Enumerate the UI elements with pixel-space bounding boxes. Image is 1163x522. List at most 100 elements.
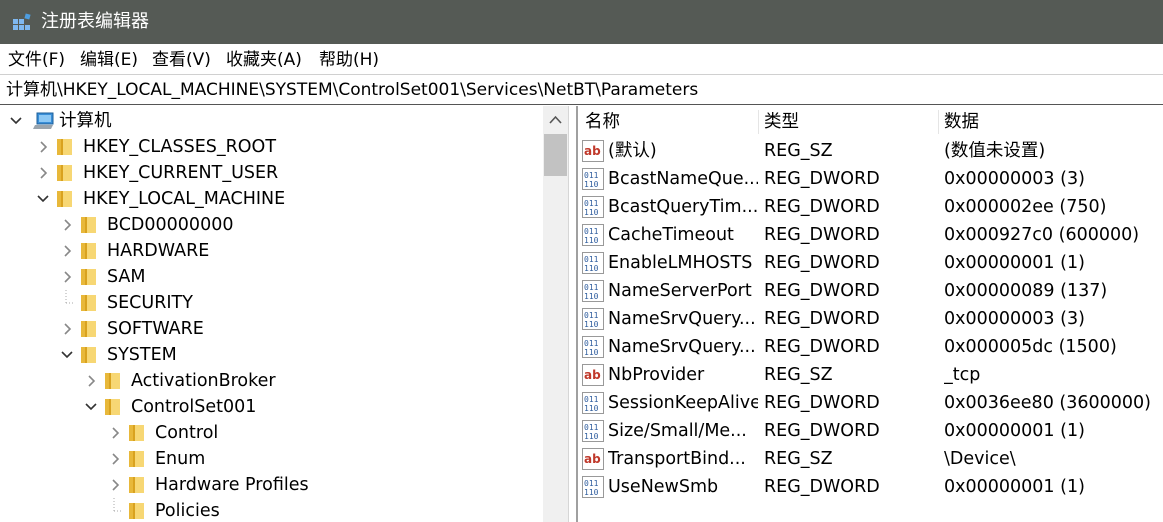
binary-value-icon: 011 110	[582, 280, 604, 302]
column-divider[interactable]	[938, 110, 939, 134]
tree-node[interactable]: ActivationBroker	[0, 368, 543, 394]
folder-icon	[81, 347, 96, 363]
svg-text:011: 011	[584, 395, 599, 404]
tree-node-label: SYSTEM	[107, 345, 177, 365]
tree-node[interactable]: SOFTWARE	[0, 316, 543, 342]
menu-help[interactable]: 帮助(H)	[319, 49, 379, 71]
column-header-data[interactable]: 数据	[944, 110, 979, 134]
chevron-down-icon[interactable]	[8, 108, 24, 134]
chevron-down-icon[interactable]	[59, 342, 75, 368]
value-name: UseNewSmb	[608, 477, 719, 497]
tree-node[interactable]: BCD00000000	[0, 212, 543, 238]
list-row[interactable]: ab (默认) REG_SZ (数值未设置)	[578, 137, 1163, 165]
address-path[interactable]: 计算机\HKEY_LOCAL_MACHINE\SYSTEM\ControlSet…	[6, 79, 698, 101]
tree-node[interactable]: Policies	[0, 498, 543, 522]
list-row[interactable]: 011 110 CacheTimeout REG_DWORD 0x000927c0 …	[578, 221, 1163, 249]
value-name: Size/Small/Me...	[608, 421, 747, 441]
tree-node[interactable]: HKEY_LOCAL_MACHINE	[0, 186, 543, 212]
value-type: REG_DWORD	[764, 225, 880, 245]
tree-node-label: 计算机	[59, 111, 112, 131]
list-row[interactable]: 011 110 BcastQueryTim... REG_DWORD 0x00000…	[578, 193, 1163, 221]
svg-text:ab: ab	[584, 452, 601, 466]
string-value-icon: ab	[582, 364, 604, 386]
binary-value-icon: 011 110	[582, 168, 604, 190]
binary-value-icon: 011 110	[582, 308, 604, 330]
menu-edit[interactable]: 编辑(E)	[80, 49, 138, 71]
list-row[interactable]: ab TransportBind... REG_SZ \Device\	[578, 445, 1163, 473]
value-name: EnableLMHOSTS	[608, 253, 753, 273]
column-header-type[interactable]: 类型	[764, 110, 799, 134]
tree-node[interactable]: ControlSet001	[0, 394, 543, 420]
chevron-right-icon[interactable]	[107, 420, 123, 446]
chevron-down-icon[interactable]	[83, 394, 99, 420]
tree-node[interactable]: SECURITY	[0, 290, 543, 316]
chevron-right-icon[interactable]	[59, 212, 75, 238]
value-data: 0x000002ee (750)	[944, 197, 1107, 217]
tree-node[interactable]: Control	[0, 420, 543, 446]
value-name: TransportBind...	[608, 449, 746, 469]
value-data: 0x0036ee80 (3600000)	[944, 393, 1151, 413]
list-row[interactable]: 011 110 NameSrvQuery... REG_DWORD 0x000005…	[578, 333, 1163, 361]
chevron-right-icon[interactable]	[59, 316, 75, 342]
menu-file[interactable]: 文件(F)	[8, 49, 65, 71]
value-name: (默认)	[608, 141, 657, 161]
list-row[interactable]: ab NbProvider REG_SZ _tcp	[578, 361, 1163, 389]
chevron-right-icon[interactable]	[83, 368, 99, 394]
tree-node-label: BCD00000000	[107, 215, 234, 235]
address-bar[interactable]: 计算机\HKEY_LOCAL_MACHINE\SYSTEM\ControlSet…	[0, 74, 1163, 105]
folder-icon	[81, 295, 96, 311]
tree-node-label: Hardware Profiles	[155, 475, 309, 495]
title-bar: 注册表编辑器	[0, 0, 1163, 44]
tree-node-root[interactable]: 计算机	[0, 108, 543, 134]
tree-node[interactable]: SAM	[0, 264, 543, 290]
list-row[interactable]: 011 110 EnableLMHOSTS REG_DWORD 0x00000001…	[578, 249, 1163, 277]
value-name: NameServerPort	[608, 281, 752, 301]
tree-node[interactable]: SYSTEM	[0, 342, 543, 368]
tree-node-label: HKEY_CURRENT_USER	[83, 163, 279, 183]
tree-node-label: HARDWARE	[107, 241, 210, 261]
chevron-right-icon[interactable]	[107, 472, 123, 498]
folder-icon	[57, 191, 72, 207]
tree-node[interactable]: HARDWARE	[0, 238, 543, 264]
value-type: REG_DWORD	[764, 309, 880, 329]
value-data: \Device\	[944, 449, 1016, 469]
values-list[interactable]: 名称 类型 数据 ab (默认) REG_SZ (数值未设置) 011 110 Bc…	[578, 106, 1163, 522]
tree-scrollbar[interactable]	[543, 106, 568, 522]
tree-node[interactable]: HKEY_CLASSES_ROOT	[0, 134, 543, 160]
registry-editor-icon	[13, 13, 31, 30]
chevron-down-icon[interactable]	[35, 186, 51, 212]
svg-text:011: 011	[584, 339, 599, 348]
svg-text:110: 110	[584, 488, 599, 497]
tree-pane[interactable]: 计算机 HKEY_CLASSES_ROOT HKEY_CURRENT_USER …	[0, 106, 543, 522]
chevron-right-icon[interactable]	[59, 264, 75, 290]
list-row[interactable]: 011 110 SessionKeepAlive REG_DWORD 0x0036e…	[578, 389, 1163, 417]
list-row[interactable]: 011 110 BcastNameQue... REG_DWORD 0x000000…	[578, 165, 1163, 193]
column-header-name[interactable]: 名称	[585, 110, 620, 134]
list-row[interactable]: 011 110 NameSrvQuery... REG_DWORD 0x000000…	[578, 305, 1163, 333]
chevron-up-icon[interactable]	[543, 106, 568, 134]
value-name: SessionKeepAlive	[608, 393, 758, 413]
chevron-right-icon[interactable]	[35, 160, 51, 186]
svg-text:110: 110	[584, 320, 599, 329]
tree-node[interactable]: HKEY_CURRENT_USER	[0, 160, 543, 186]
chevron-right-icon[interactable]	[35, 134, 51, 160]
tree-node-label: HKEY_CLASSES_ROOT	[83, 137, 277, 157]
list-row[interactable]: 011 110 NameServerPort REG_DWORD 0x0000008…	[578, 277, 1163, 305]
column-divider[interactable]	[758, 110, 759, 134]
value-data: (数值未设置)	[944, 141, 1046, 161]
value-type: REG_DWORD	[764, 477, 880, 497]
menu-favorites[interactable]: 收藏夹(A)	[226, 49, 302, 71]
chevron-right-icon[interactable]	[59, 238, 75, 264]
svg-text:110: 110	[584, 432, 599, 441]
value-data: 0x00000003 (3)	[944, 169, 1085, 189]
menu-view[interactable]: 查看(V)	[152, 49, 211, 71]
tree-node[interactable]: Hardware Profiles	[0, 472, 543, 498]
scrollbar-thumb[interactable]	[544, 134, 567, 176]
tree-node[interactable]: Enum	[0, 446, 543, 472]
svg-text:110: 110	[584, 208, 599, 217]
svg-text:011: 011	[584, 311, 599, 320]
folder-icon	[81, 217, 96, 233]
list-row[interactable]: 011 110 Size/Small/Me... REG_DWORD 0x00000…	[578, 417, 1163, 445]
chevron-right-icon[interactable]	[107, 446, 123, 472]
list-row[interactable]: 011 110 UseNewSmb REG_DWORD 0x00000001 (1)	[578, 473, 1163, 501]
